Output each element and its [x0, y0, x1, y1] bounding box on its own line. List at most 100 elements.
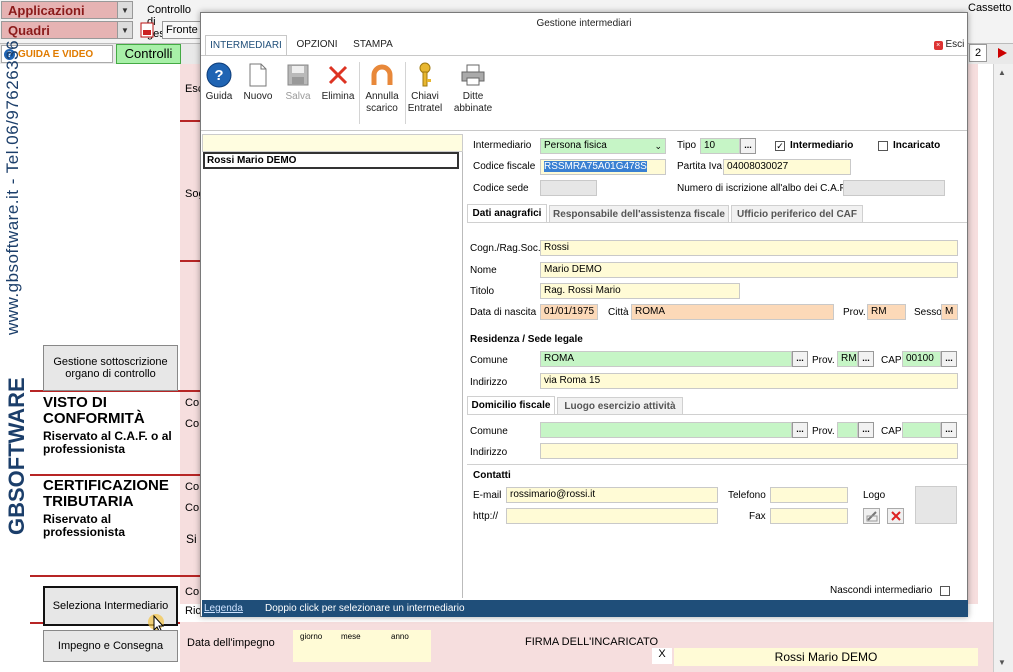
tab-ufficio-periferico[interactable]: Ufficio periferico del CAF [731, 205, 863, 223]
sesso-field[interactable]: M [941, 304, 958, 320]
cap-lookup-button[interactable]: ... [941, 351, 957, 367]
data-nascita-field[interactable]: 01/01/1975 [540, 304, 598, 320]
albo-caf-field[interactable] [843, 180, 945, 196]
dom-comune-lookup-button[interactable]: ... [792, 422, 808, 438]
list-item[interactable]: Rossi Mario DEMO [203, 152, 459, 169]
dom-comune-field[interactable] [540, 422, 792, 438]
guida-button[interactable]: ? Guida [203, 60, 235, 128]
cap-field[interactable]: 00100 [902, 351, 941, 367]
background-right-strip [968, 64, 978, 604]
legenda-link[interactable]: Legenda [204, 600, 243, 617]
nome-field[interactable]: Mario DEMO [540, 262, 958, 278]
tab-domicilio-fiscale[interactable]: Domicilio fiscale [467, 396, 555, 414]
elimina-label: Elimina [321, 91, 355, 102]
telefono-field[interactable] [770, 487, 848, 503]
fax-field[interactable] [770, 508, 848, 524]
nuovo-button[interactable]: Nuovo [241, 60, 275, 128]
citta-field[interactable]: ROMA [631, 304, 834, 320]
http-field[interactable] [506, 508, 718, 524]
nascondi-label: Nascondi intermediario [830, 585, 933, 596]
page-number-field[interactable]: 2 [969, 44, 987, 62]
logo-image-box[interactable] [915, 486, 957, 524]
citta-label: Città [608, 307, 629, 318]
elimina-button[interactable]: Elimina [319, 60, 357, 128]
salva-button[interactable]: Salva [281, 60, 315, 128]
intermediario-checkbox[interactable]: ✓ [775, 141, 785, 151]
incaricato-checkbox[interactable] [878, 141, 888, 151]
firma-x: X [652, 648, 672, 664]
nascondi-checkbox[interactable] [940, 586, 950, 596]
tipo-lookup-button[interactable]: ... [740, 138, 756, 154]
tab-opzioni[interactable]: OPZIONI [289, 35, 345, 55]
co-label: Co [185, 418, 200, 430]
dom-cap-field[interactable] [902, 422, 941, 438]
email-field[interactable]: rossimario@rossi.it [506, 487, 718, 503]
tab-intermediari[interactable]: INTERMEDIARI [205, 35, 287, 55]
intermediario-select[interactable]: Persona fisica ⌄ [540, 138, 666, 154]
tipo-field[interactable]: 10 [700, 138, 740, 154]
logo-edit-button[interactable] [863, 508, 880, 524]
controlli-button[interactable]: Controlli [116, 44, 181, 64]
dom-comune-label: Comune [470, 426, 508, 437]
firma-name-field[interactable]: Rossi Mario DEMO [674, 648, 978, 666]
list-filter-field[interactable] [202, 134, 463, 152]
codice-fiscale-label: Codice fiscale [473, 161, 536, 172]
annulla-scarico-label: Annulla scarico [365, 91, 399, 114]
dom-indirizzo-field[interactable] [540, 443, 958, 459]
codice-fiscale-field[interactable]: RSSMRA75A01G478S [540, 159, 666, 175]
tab-luogo-esercizio[interactable]: Luogo esercizio attività [557, 397, 683, 415]
tab-responsabile-assistenza[interactable]: Responsabile dell'assistenza fiscale [549, 205, 729, 223]
dom-prov-field[interactable] [837, 422, 858, 438]
contatti-title: Contatti [473, 470, 511, 481]
titolo-field[interactable]: Rag. Rossi Mario [540, 283, 740, 299]
vertical-scrollbar[interactable]: ▲ ▼ [993, 64, 1013, 672]
quadri-combo[interactable]: Quadri [1, 21, 118, 39]
ribbon-tabs: INTERMEDIARI OPZIONI STAMPA × Esci [201, 35, 967, 55]
ditte-abbinate-button[interactable]: Ditte abbinate [451, 60, 495, 128]
controlli-label: Controlli [124, 46, 173, 61]
tab-controllo-di-gestione[interactable]: Controllo di gestione [138, 2, 200, 40]
ditte-abbinate-label: Ditte abbinate [453, 91, 493, 114]
tab-stampa[interactable]: STAMPA [347, 35, 399, 55]
close-icon: × [933, 41, 943, 50]
codice-sede-field[interactable] [540, 180, 597, 196]
applicazioni-combo[interactable]: Applicazioni [1, 1, 118, 19]
partita-iva-field[interactable]: 04008030027 [723, 159, 851, 175]
applicazioni-dropdown-icon[interactable]: ▼ [117, 1, 133, 19]
chiavi-entratel-button[interactable]: Chiavi Entratel [407, 60, 443, 128]
ribbon-toolbar: ? Guida Nuovo Salva Elimina Annulla scar… [201, 55, 967, 131]
side-phone-text: www.gbsoftware.it - Tel.06/97626336 [3, 39, 22, 335]
logo-delete-button[interactable] [887, 508, 904, 524]
fronte-button[interactable]: Fronte [162, 21, 202, 39]
esci-label: Esci [945, 39, 965, 50]
prov-field[interactable]: RM [867, 304, 906, 320]
gestione-sottoscrizione-button[interactable]: Gestione sottoscrizione organo di contro… [43, 345, 178, 391]
printer-icon [460, 62, 486, 88]
res-prov-field[interactable]: RM [837, 351, 858, 367]
dom-cap-lookup-button[interactable]: ... [941, 422, 957, 438]
cap-label: CAP [881, 355, 902, 366]
tipo-label: Tipo [677, 140, 697, 151]
nuovo-label: Nuovo [243, 91, 273, 102]
dialog-title: Gestione intermediari [201, 13, 967, 35]
quadri-dropdown-icon[interactable]: ▼ [117, 21, 133, 39]
co-label: Co [185, 502, 200, 514]
esci-button[interactable]: × Esci [931, 35, 967, 55]
divider [180, 260, 200, 262]
annulla-scarico-button[interactable]: Annulla scarico [363, 60, 401, 128]
pdf-icon[interactable] [138, 21, 156, 39]
tab-cassetto-fiscale[interactable]: Cassetto fiscale [968, 2, 1013, 18]
indirizzo-field[interactable]: via Roma 15 [540, 373, 958, 389]
help-icon: ? [206, 62, 232, 88]
cognome-field[interactable]: Rossi [540, 240, 958, 256]
next-page-icon[interactable] [993, 44, 1011, 62]
dom-prov-lookup-button[interactable]: ... [858, 422, 874, 438]
prov-lookup-button[interactable]: ... [858, 351, 874, 367]
comune-lookup-button[interactable]: ... [792, 351, 808, 367]
comune-field[interactable]: ROMA [540, 351, 792, 367]
tab-dati-anagrafici[interactable]: Dati anagrafici [467, 204, 547, 222]
scroll-down-icon[interactable]: ▼ [998, 658, 1006, 667]
scroll-up-icon[interactable]: ▲ [998, 68, 1006, 77]
impegno-consegna-button[interactable]: Impegno e Consegna [43, 630, 178, 662]
visto-subtitle: Riservato al C.A.F. o al professionista [43, 429, 172, 456]
